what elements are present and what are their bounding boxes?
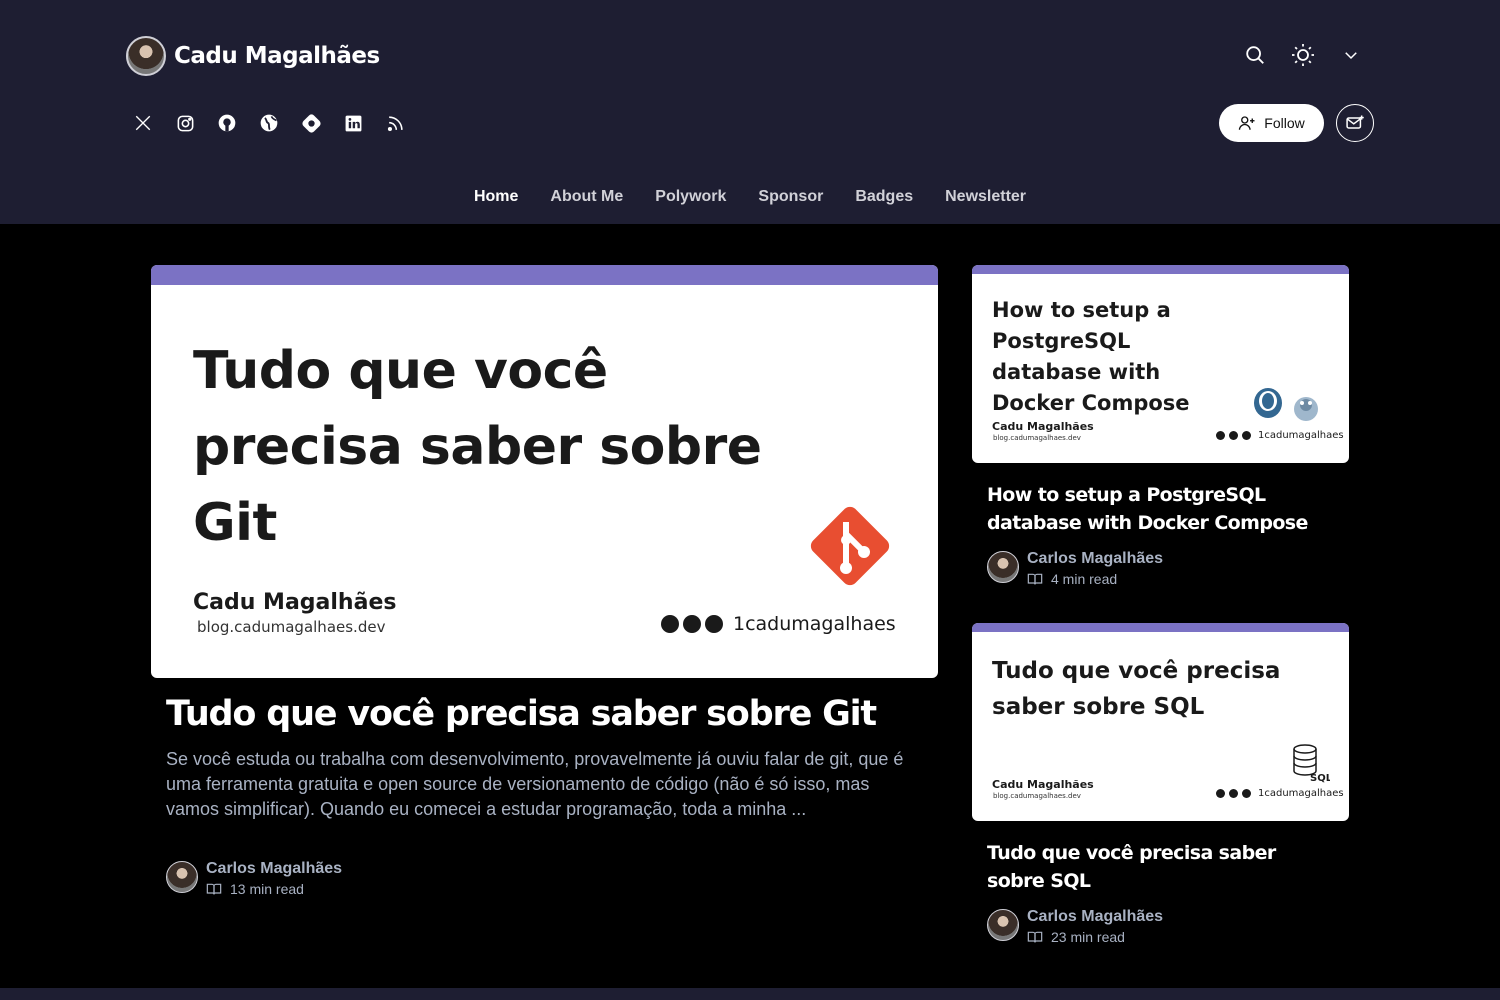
nav-item-home[interactable]: Home: [474, 188, 518, 206]
side-post-title[interactable]: Tudo que você precisa saber sobre SQL: [987, 839, 1337, 895]
git-logo-icon: [810, 506, 890, 586]
twitter-icon: [1229, 431, 1238, 440]
cover-handle-text: 1cadumagalhaes: [1258, 788, 1344, 799]
sql-badge: SQL: [1310, 773, 1330, 783]
side-post-cover[interactable]: How to setup a PostgreSQL database with …: [972, 265, 1349, 463]
linkedin-icon: [1242, 431, 1251, 440]
author-name[interactable]: Carlos Magalhães: [1027, 550, 1163, 568]
featured-post-excerpt: Se você estuda ou trabalha com desenvolv…: [166, 749, 904, 819]
follow-button[interactable]: Follow: [1219, 104, 1324, 142]
theme-toggle-sun-icon[interactable]: [1288, 40, 1318, 70]
author-avatar[interactable]: [987, 551, 1019, 583]
cover-author: Cadu Magalhães: [193, 590, 397, 615]
author-name[interactable]: Carlos Magalhães: [1027, 908, 1163, 926]
hashnode-icon[interactable]: [300, 111, 322, 135]
rss-icon[interactable]: [384, 111, 406, 135]
chevron-down-icon[interactable]: [1336, 40, 1366, 70]
newsletter-subscribe-button[interactable]: [1336, 104, 1374, 142]
cover-site: blog.cadumagalhaes.dev: [993, 434, 1081, 442]
header-actions: [1240, 40, 1366, 70]
cover-title: Tudo que você precisa saber sobre SQL: [992, 658, 1281, 720]
featured-post-meta: Carlos Magalhães 13 min read: [166, 860, 342, 897]
footer-edge: [0, 988, 1500, 1000]
side-post-meta: Carlos Magalhães 4 min read: [987, 550, 1163, 587]
globe-icon[interactable]: [258, 111, 280, 135]
nav-item-about-me[interactable]: About Me: [550, 188, 623, 206]
cover-author: Cadu Magalhães: [992, 778, 1094, 791]
cover-handle: 1cadumagalhaes: [661, 613, 896, 635]
featured-post-title[interactable]: Tudo que você precisa saber sobre Git: [166, 694, 926, 734]
database-icon: SQL: [1293, 744, 1330, 783]
search-icon[interactable]: [1240, 40, 1270, 70]
cover-site: blog.cadumagalhaes.dev: [197, 618, 386, 636]
read-time-text: 13 min read: [230, 881, 304, 897]
cover-handle-text: 1cadumagalhaes: [733, 613, 896, 635]
cover-handle-text: 1cadumagalhaes: [1258, 430, 1344, 441]
blog-brand[interactable]: Cadu Magalhães: [126, 36, 380, 76]
cover-handle: 1cadumagalhaes: [1216, 430, 1344, 441]
author-name[interactable]: Carlos Magalhães: [206, 860, 342, 878]
nav-item-polywork[interactable]: Polywork: [655, 188, 726, 206]
cover-site: blog.cadumagalhaes.dev: [993, 792, 1081, 800]
book-icon: [206, 883, 222, 895]
read-time: 13 min read: [206, 881, 342, 897]
linkedin-icon[interactable]: [342, 111, 364, 135]
linkedin-icon: [705, 615, 723, 633]
cover-title: How to setup a PostgreSQL database with …: [992, 298, 1190, 415]
cover-author: Cadu Magalhães: [992, 420, 1094, 433]
github-icon: [661, 615, 679, 633]
x-icon[interactable]: [132, 111, 154, 135]
side-post-title[interactable]: How to setup a PostgreSQL database with …: [987, 481, 1337, 537]
twitter-icon: [683, 615, 701, 633]
author-avatar[interactable]: [166, 861, 198, 893]
book-icon: [1027, 573, 1043, 585]
follow-label: Follow: [1264, 115, 1305, 131]
linkedin-icon: [1242, 789, 1251, 798]
author-avatar[interactable]: [987, 909, 1019, 941]
side-post-meta: Carlos Magalhães 23 min read: [987, 908, 1163, 945]
cover-title: Tudo que você precisa saber sobre Git: [193, 341, 762, 553]
instagram-icon[interactable]: [174, 111, 196, 135]
read-time: 4 min read: [1027, 571, 1163, 587]
cover-accent-bar: [972, 265, 1349, 274]
nav-item-newsletter[interactable]: Newsletter: [945, 188, 1026, 206]
github-icon[interactable]: [216, 111, 238, 135]
twitter-icon: [1229, 789, 1238, 798]
add-user-icon: [1239, 116, 1255, 130]
social-links: [132, 111, 406, 135]
nav-item-badges[interactable]: Badges: [855, 188, 913, 206]
side-post-cover[interactable]: Tudo que você precisa saber sobre SQL Ca…: [972, 623, 1349, 821]
github-icon: [1216, 789, 1225, 798]
cover-accent-bar: [151, 265, 938, 285]
blog-header: Cadu Magalhães Follow Home About Me Poly…: [0, 0, 1500, 224]
featured-post-cover[interactable]: Tudo que você precisa saber sobre Git Ca…: [151, 265, 938, 678]
mail-plus-icon: [1346, 115, 1364, 129]
main-nav: Home About Me Polywork Sponsor Badges Ne…: [0, 188, 1500, 206]
read-time-text: 23 min read: [1051, 929, 1125, 945]
blog-name: Cadu Magalhães: [174, 43, 380, 69]
github-icon: [1216, 431, 1225, 440]
postgres-docker-logo-icon: [1254, 388, 1318, 421]
book-icon: [1027, 931, 1043, 943]
cover-handle: 1cadumagalhaes: [1216, 788, 1344, 799]
read-time-text: 4 min read: [1051, 571, 1118, 587]
nav-item-sponsor[interactable]: Sponsor: [758, 188, 823, 206]
cover-accent-bar: [972, 623, 1349, 632]
blog-avatar: [126, 36, 166, 76]
read-time: 23 min read: [1027, 929, 1163, 945]
